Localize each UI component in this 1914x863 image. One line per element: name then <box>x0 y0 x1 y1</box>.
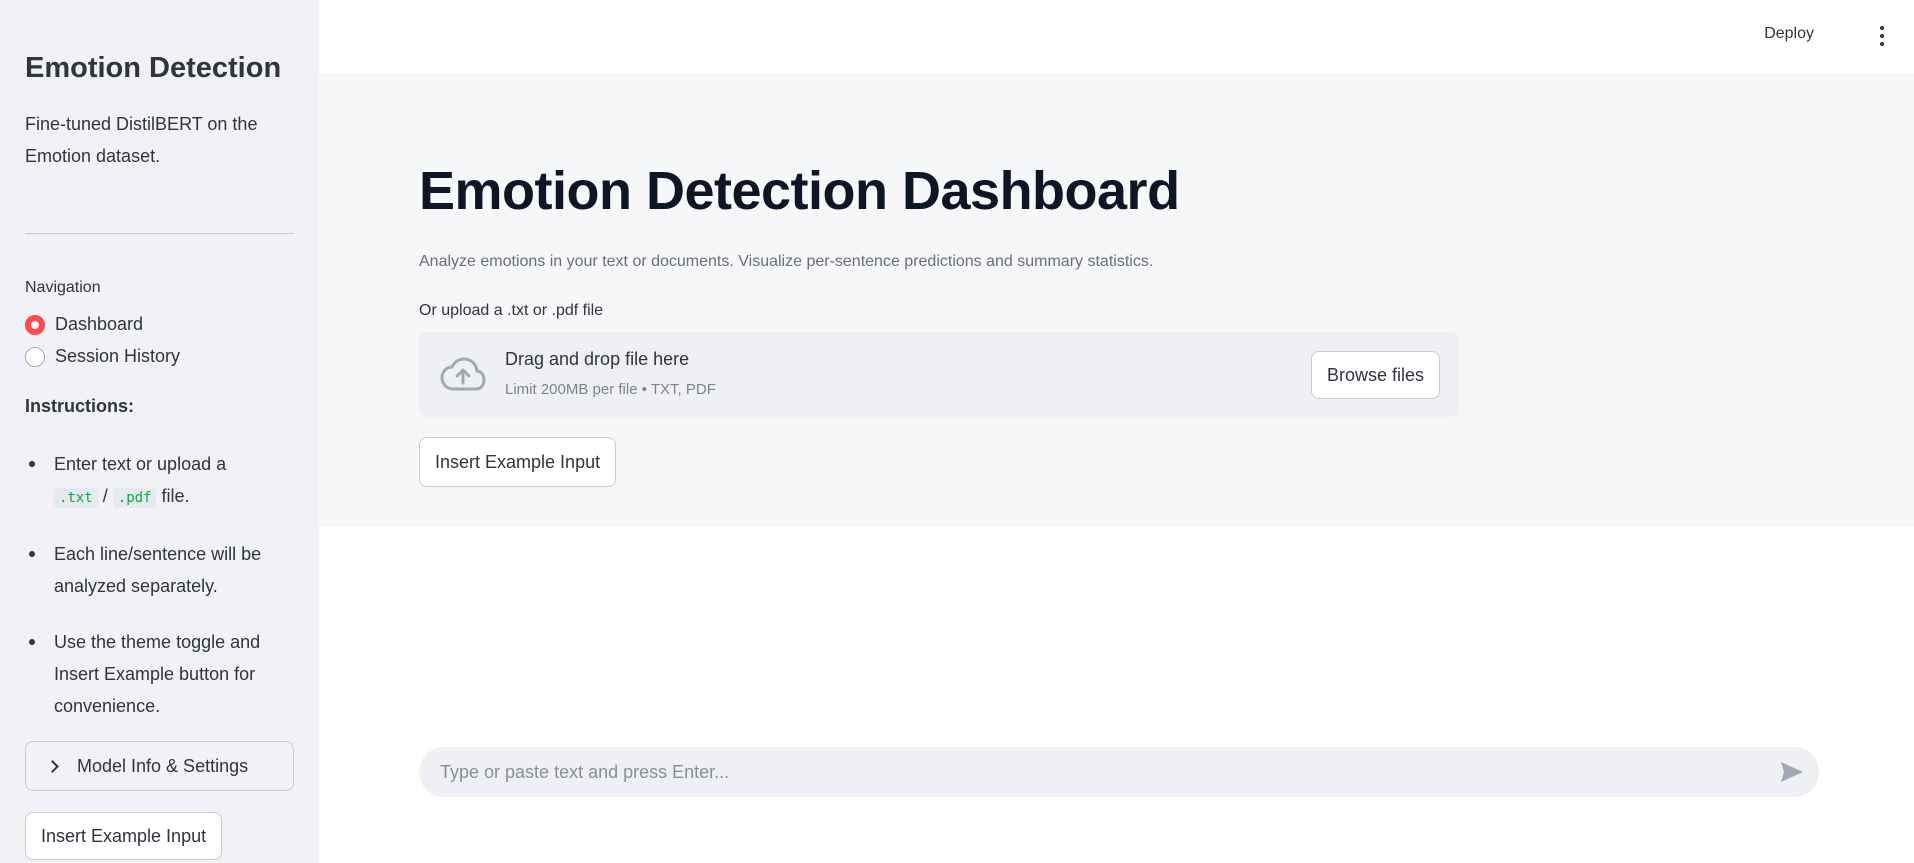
sidebar-title: Emotion Detection <box>25 52 282 84</box>
nav-option-label: Dashboard <box>55 314 144 334</box>
send-icon[interactable] <box>1779 760 1805 784</box>
nav-option-session-history[interactable]: Session History <box>25 346 180 367</box>
radio-checked-icon[interactable] <box>25 314 45 335</box>
cloud-upload-icon <box>440 357 486 391</box>
page-subtitle: Analyze emotions in your text or documen… <box>419 253 1154 270</box>
top-header: Deploy <box>319 0 1914 73</box>
dropzone-limit: Limit 200MB per file • TXT, PDF <box>505 381 716 398</box>
chat-input-bar <box>419 747 1819 797</box>
instruction-text: file. <box>161 486 190 506</box>
file-upload-label: Or upload a .txt or .pdf file <box>419 302 604 319</box>
radio-unchecked-icon[interactable] <box>25 346 45 367</box>
code-pdf: .pdf <box>112 488 157 508</box>
navigation-label: Navigation <box>25 279 101 296</box>
sidebar: Emotion Detection Fine-tuned DistilBERT … <box>0 0 319 863</box>
kebab-menu-icon[interactable] <box>1878 26 1886 46</box>
sidebar-description: Fine-tuned DistilBERT on the Emotion dat… <box>25 114 258 166</box>
nav-option-label: Session History <box>55 346 181 366</box>
chevron-right-icon <box>46 759 59 773</box>
instruction-separator: / <box>102 486 108 506</box>
instruction-text: Enter text or upload a <box>54 454 227 474</box>
code-txt: .txt <box>54 488 98 508</box>
insert-example-button[interactable]: Insert Example Input <box>419 437 617 487</box>
model-info-expander[interactable]: Model Info & Settings <box>25 741 294 791</box>
instructions-title: Instructions: <box>25 396 135 416</box>
chat-input[interactable] <box>419 747 1759 797</box>
sidebar-insert-example-button[interactable]: Insert Example Input <box>25 812 223 860</box>
deploy-button[interactable]: Deploy <box>1758 24 1820 44</box>
browse-files-button[interactable]: Browse files <box>1310 351 1440 399</box>
file-dropzone[interactable]: Drag and drop file here Limit 200MB per … <box>419 332 1459 417</box>
dropzone-title: Drag and drop file here <box>505 349 690 369</box>
instruction-item: Use the theme toggle and Insert Example … <box>25 626 300 722</box>
nav-option-dashboard[interactable]: Dashboard <box>25 314 143 335</box>
instruction-item: Enter text or upload a .txt / .pdf file. <box>25 448 300 514</box>
sidebar-divider <box>25 233 294 234</box>
expander-label: Model Info & Settings <box>77 755 249 776</box>
instructions-list: Enter text or upload a .txt / .pdf file.… <box>25 448 300 746</box>
instruction-item: Each line/sentence will be analyzed sepa… <box>25 538 300 602</box>
page-title: Emotion Detection Dashboard <box>419 161 1180 221</box>
